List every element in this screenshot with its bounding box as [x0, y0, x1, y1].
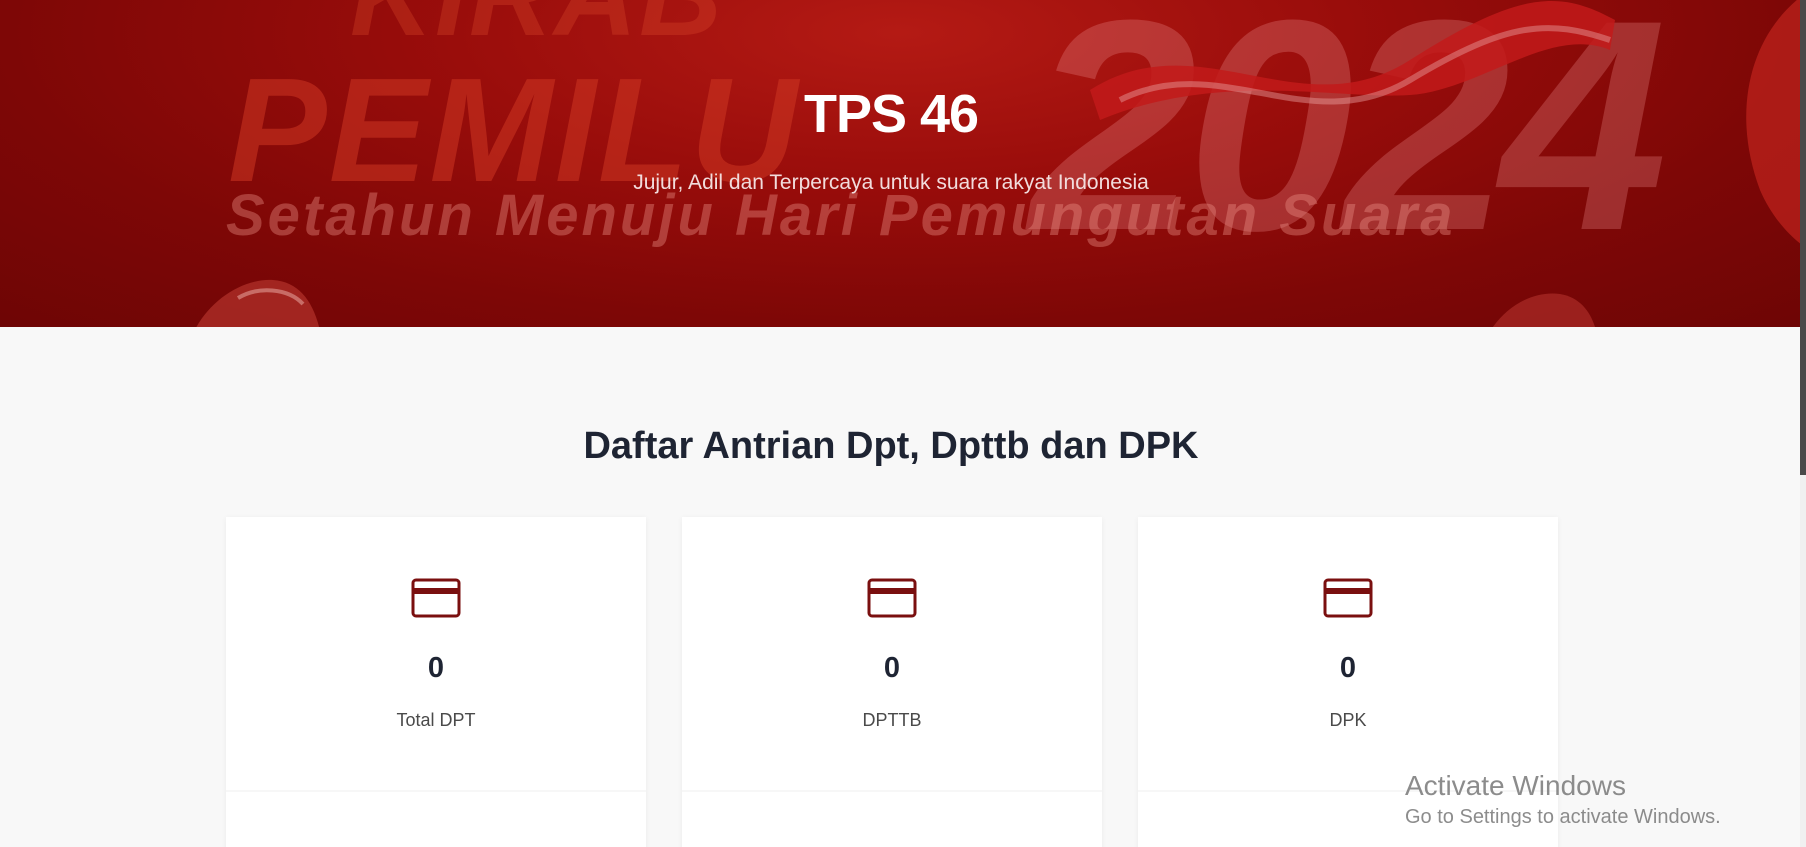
stat-card-dpttb: 0 DPTTB — [682, 517, 1102, 847]
page-subtitle: Jujur, Adil dan Terpercaya untuk suara r… — [633, 171, 1149, 194]
stat-card-total-dpt: 0 Total DPT — [226, 517, 646, 847]
page-title: TPS 46 — [803, 84, 979, 144]
card-divider — [226, 790, 646, 792]
card-divider — [682, 790, 1102, 792]
stat-label: Total DPT — [396, 710, 476, 730]
stat-value: 0 — [427, 652, 445, 684]
banner-text-kirab: KIRAB — [350, 0, 724, 62]
scrollbar-thumb[interactable] — [1800, 0, 1806, 475]
watermark-subtitle: Go to Settings to activate Windows. — [1405, 806, 1721, 828]
page-scrollbar[interactable] — [1800, 0, 1806, 847]
ornament-left-graphic — [196, 279, 320, 327]
watermark-title: Activate Windows — [1405, 770, 1626, 801]
credit-card-icon — [867, 578, 917, 618]
credit-card-icon — [411, 578, 461, 618]
stat-value: 0 — [1339, 652, 1357, 684]
stat-label: DPK — [1329, 710, 1367, 730]
ornament-right-graphic — [1493, 293, 1595, 327]
windows-activation-watermark: Activate Windows Go to Settings to activ… — [1405, 770, 1721, 829]
credit-card-icon — [1323, 578, 1373, 618]
stat-label: DPTTB — [862, 710, 922, 730]
stat-value: 0 — [883, 652, 901, 684]
hero-banner: KIRAB 2024 PEMILU Setahun Menuju Hari Pe… — [0, 0, 1800, 327]
section-title: Daftar Antrian Dpt, Dpttb dan DPK — [583, 425, 1199, 467]
